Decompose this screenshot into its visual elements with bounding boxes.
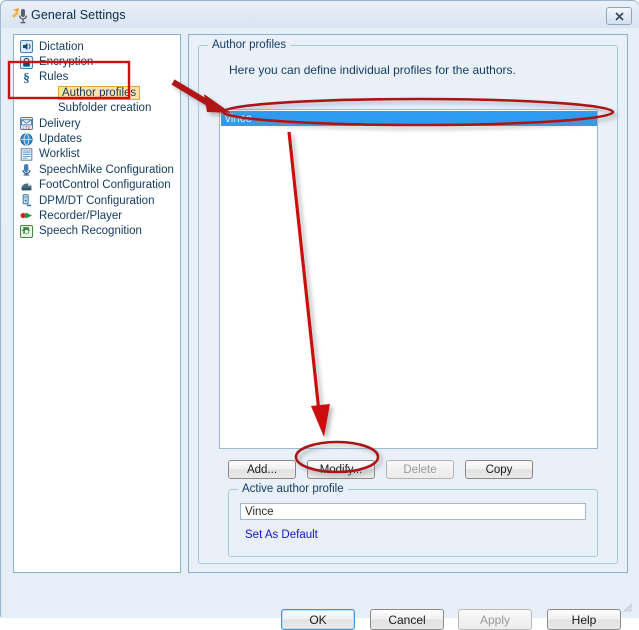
settings-window: General Settings Dictation Encryption § … (0, 0, 639, 630)
sidebar-item-label: Speech Recognition (39, 225, 142, 238)
active-author-profile-group-title: Active author profile (238, 483, 348, 495)
sidebar-item-author-profiles[interactable]: Author profiles (14, 85, 180, 100)
sidebar-item-recorder-player[interactable]: Recorder/Player (14, 208, 180, 223)
set-as-default-link[interactable]: Set As Default (245, 529, 318, 541)
apply-button: Apply (458, 609, 532, 630)
sidebar-item-delivery[interactable]: FTP Delivery (14, 116, 180, 131)
sidebar-item-label: FootControl Configuration (39, 179, 171, 192)
svg-text:§: § (23, 71, 30, 84)
gear-icon (20, 224, 33, 238)
modify-button[interactable]: Modify... (307, 460, 375, 479)
sidebar-item-label: Updates (39, 133, 82, 146)
title-bar: General Settings (2, 2, 639, 28)
sidebar-item-label: Delivery (39, 117, 81, 130)
sidebar-item-speechmike-configuration[interactable]: SpeechMike Configuration (14, 162, 180, 177)
section-sign-icon: § (23, 71, 30, 84)
sidebar-item-label: Dictation (39, 40, 84, 53)
copy-button[interactable]: Copy (465, 460, 533, 479)
author-profiles-group-title: Author profiles (208, 39, 291, 51)
add-button[interactable]: Add... (228, 460, 296, 479)
sidebar-item-dpm-dt-configuration[interactable]: DPM/DT Configuration (14, 193, 180, 208)
sidebar-item-speech-recognition[interactable]: Speech Recognition (14, 224, 180, 239)
ok-button[interactable]: OK (281, 609, 355, 630)
sidebar-item-dictation[interactable]: Dictation (14, 39, 180, 54)
list-icon (20, 148, 33, 161)
delete-button: Delete (386, 460, 454, 479)
author-profiles-group: Author profiles Here you can define indi… (198, 39, 618, 564)
sidebar-item-label: Subfolder creation (58, 102, 152, 115)
list-item[interactable]: vince (221, 111, 597, 126)
sidebar-item-label: SpeechMike Configuration (39, 163, 174, 176)
sidebar-item-footcontrol-configuration[interactable]: FootControl Configuration (14, 178, 180, 193)
sidebar-item-updates[interactable]: Updates (14, 131, 180, 146)
sidebar-item-worklist[interactable]: Worklist (14, 147, 180, 162)
window-title: General Settings (31, 8, 126, 22)
microphone-icon (12, 8, 28, 24)
lock-icon (20, 55, 33, 69)
dialog-client-area: Dictation Encryption § Rules Author prof… (2, 28, 639, 630)
settings-tree[interactable]: Dictation Encryption § Rules Author prof… (13, 34, 181, 573)
sidebar-item-label: DPM/DT Configuration (39, 194, 155, 207)
resize-grip-icon[interactable] (623, 603, 633, 613)
sidebar-item-subfolder-creation[interactable]: Subfolder creation (14, 101, 180, 116)
speechmike-icon (22, 164, 31, 176)
dpm-icon (22, 194, 32, 207)
close-icon (614, 11, 624, 21)
speaker-icon (20, 40, 33, 54)
play-icon (20, 212, 32, 220)
sidebar-item-label: Encryption (39, 56, 94, 69)
globe-icon (20, 132, 33, 146)
sidebar-item-label: Author profiles (58, 85, 141, 100)
sidebar-item-rules[interactable]: § Rules (14, 70, 180, 85)
svg-text:FTP: FTP (23, 125, 31, 130)
footcontrol-icon (21, 182, 32, 191)
settings-content-panel: Author profiles Here you can define indi… (188, 34, 628, 573)
sidebar-item-label: Worklist (39, 148, 80, 161)
author-profiles-description: Here you can define individual profiles … (229, 63, 516, 77)
sidebar-item-label: Rules (39, 71, 69, 84)
author-profiles-list[interactable]: vince (219, 109, 598, 449)
close-button[interactable] (606, 7, 632, 25)
cancel-button[interactable]: Cancel (370, 609, 444, 630)
sidebar-item-encryption[interactable]: Encryption (14, 54, 180, 69)
active-author-profile-group: Active author profile Vince Set As Defau… (228, 483, 598, 557)
active-profile-field[interactable]: Vince (240, 503, 586, 520)
sidebar-item-label: Recorder/Player (39, 209, 123, 222)
help-button[interactable]: Help (547, 609, 621, 630)
ftp-icon: FTP (20, 117, 33, 131)
